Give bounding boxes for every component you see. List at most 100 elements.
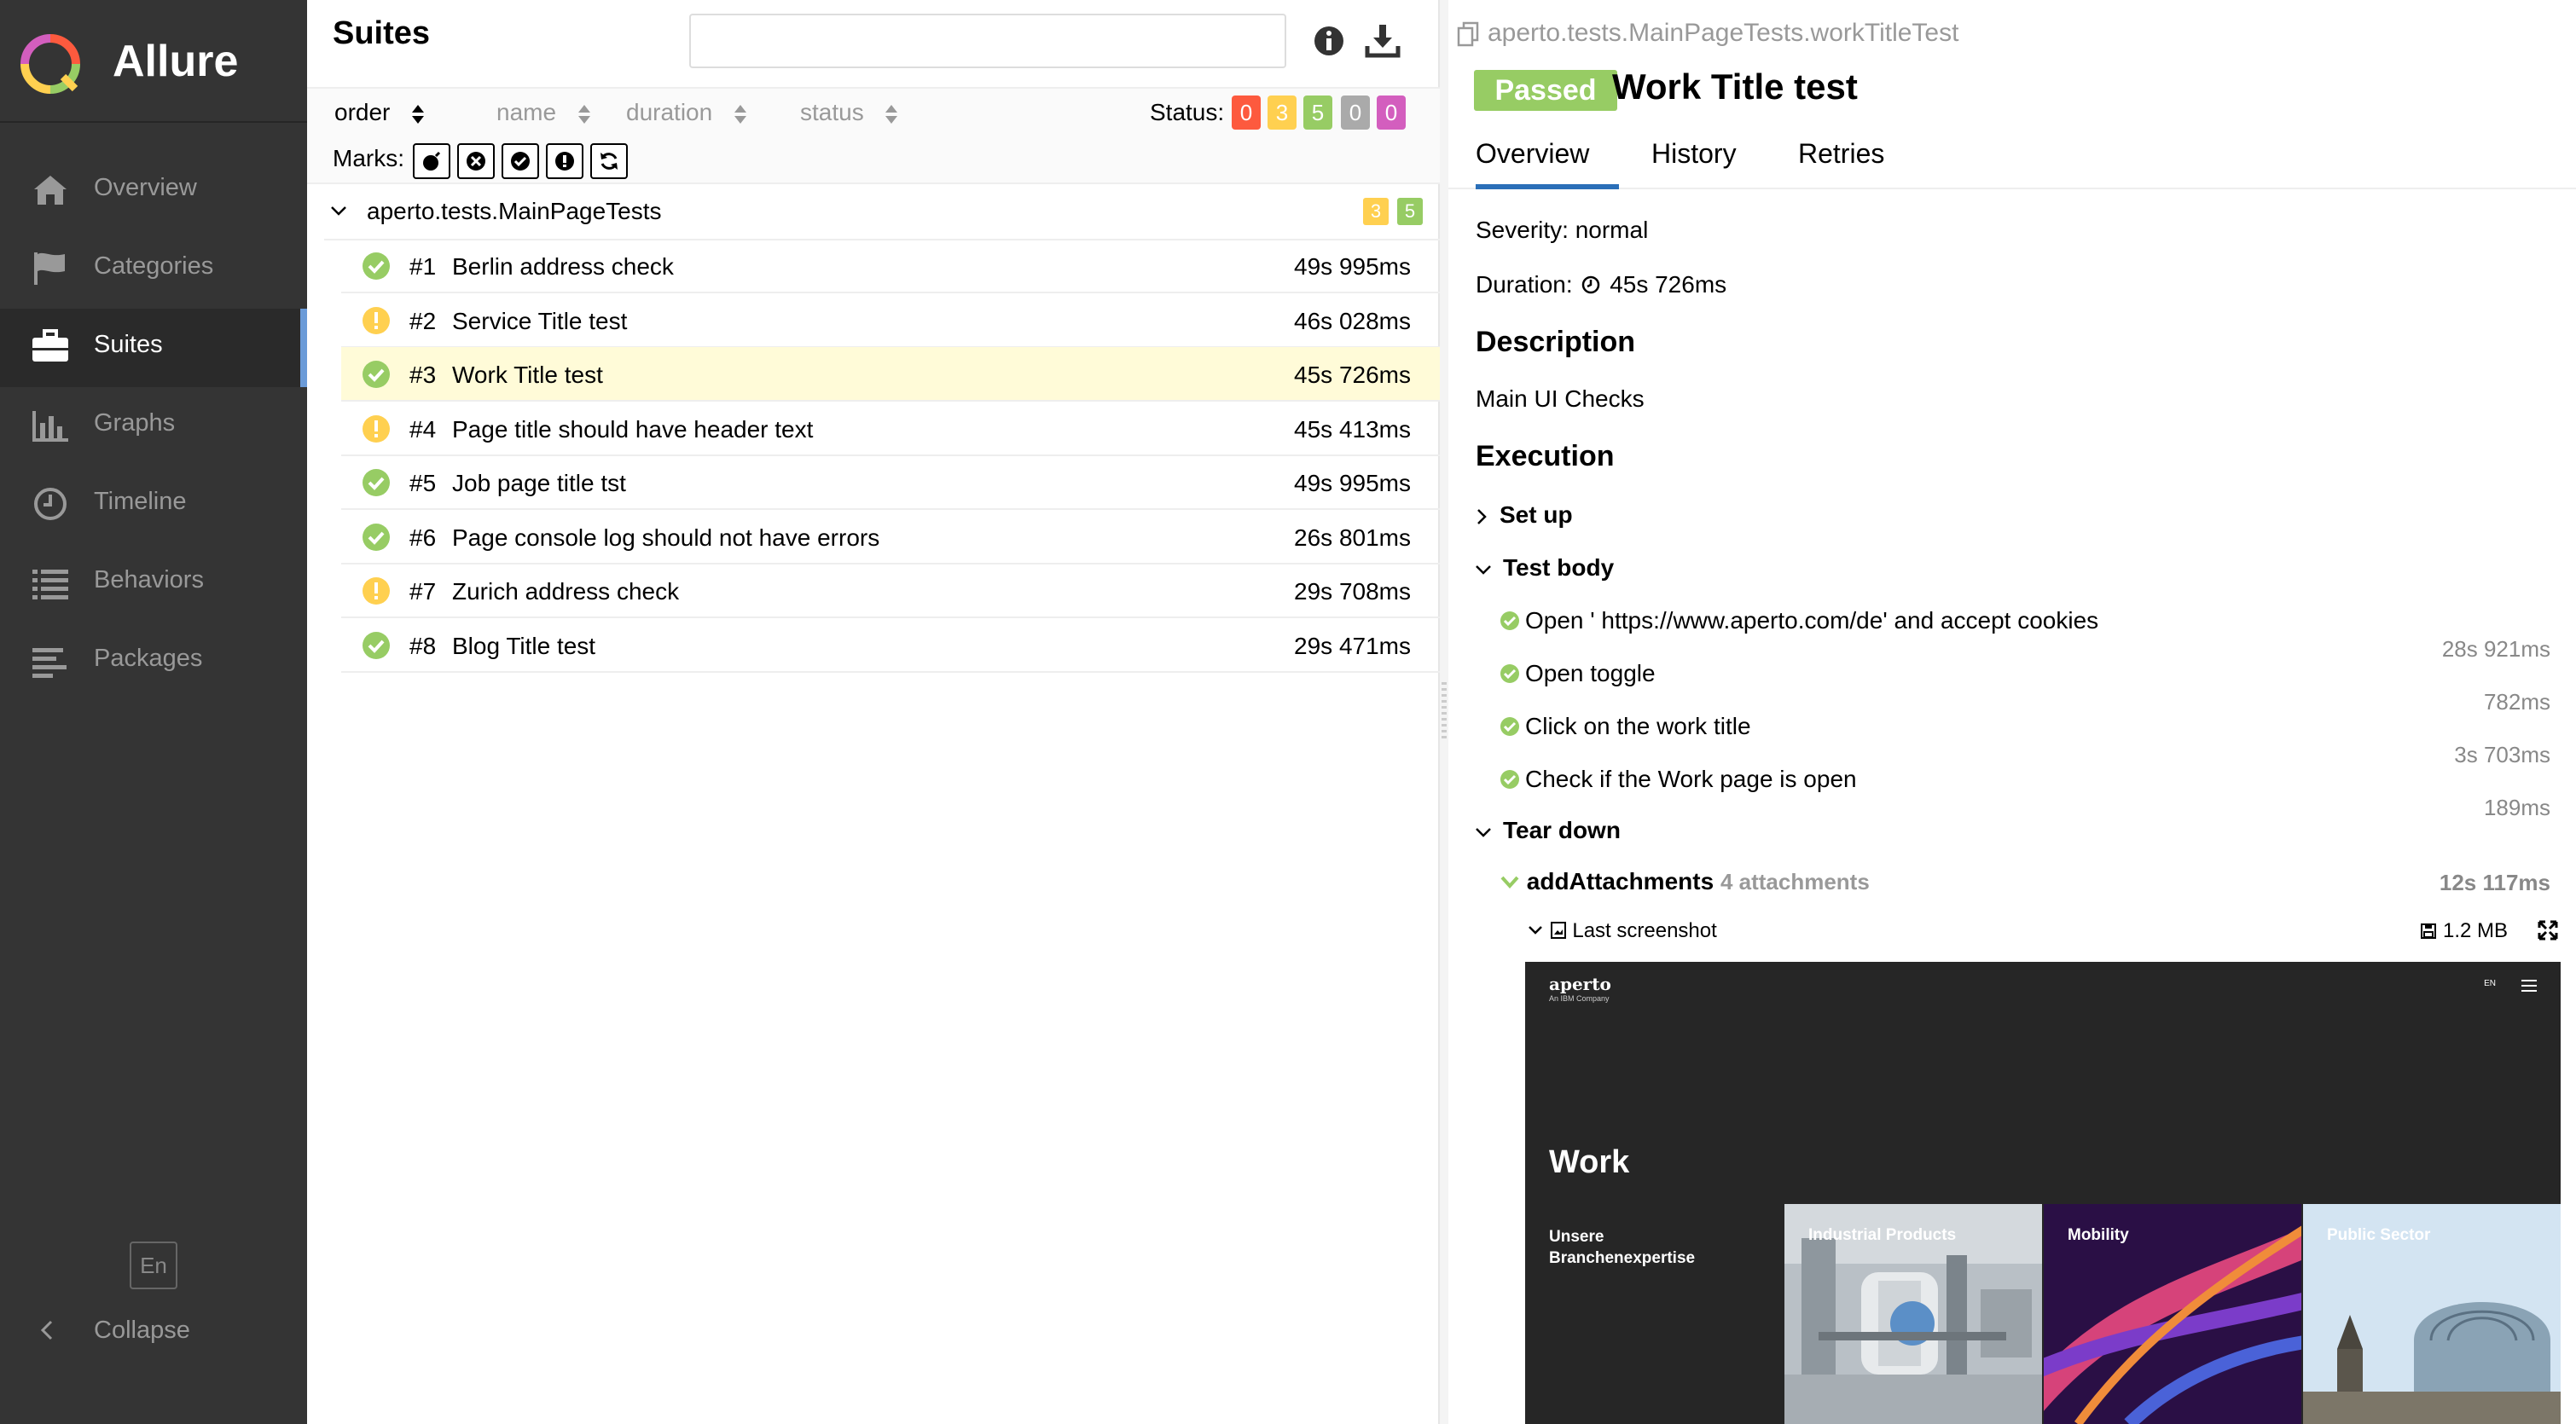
teardown-section[interactable]: Tear down xyxy=(1474,817,1621,844)
broken-status-icon xyxy=(362,306,391,335)
tab-overview[interactable]: Overview xyxy=(1476,138,1619,189)
test-name: Berlin address check xyxy=(452,253,674,280)
attachments-count: 4 attachments xyxy=(1720,869,1870,894)
expand-icon[interactable] xyxy=(2537,919,2559,941)
passed-status-icon xyxy=(362,631,391,660)
brand-name: Allure xyxy=(113,37,239,86)
test-body-section[interactable]: Test body xyxy=(1474,554,1614,582)
test-full-name[interactable]: aperto.tests.MainPageTests.workTitleTest xyxy=(1457,19,1958,48)
check-circle-icon xyxy=(511,152,530,171)
test-number: #7 xyxy=(409,578,437,605)
test-row[interactable]: #7 Zurich address check 29s 708ms xyxy=(341,564,1440,618)
sort-icon xyxy=(412,104,425,124)
nav-item-graphs[interactable]: Graphs xyxy=(0,387,307,466)
test-title: Work Title test xyxy=(1612,67,1858,107)
step-row[interactable]: Open toggle xyxy=(1500,660,1656,687)
status-skipped-toggle[interactable]: 0 xyxy=(1341,96,1370,130)
test-row[interactable]: #1 Berlin address check 49s 995ms xyxy=(341,239,1440,293)
site-logo-sub: An IBM Company xyxy=(1549,994,1610,1003)
suite-group-row[interactable]: aperto.tests.MainPageTests 3 5 xyxy=(324,189,1440,240)
step-name: Open ' https://www.aperto.com/de' and ac… xyxy=(1525,607,2099,634)
tab-history[interactable]: History xyxy=(1651,138,1737,189)
clock-icon xyxy=(34,488,67,520)
nav-item-overview[interactable]: Overview xyxy=(0,152,307,230)
download-icon[interactable] xyxy=(1365,22,1401,58)
collapse-label: Collapse xyxy=(94,1317,190,1344)
sort-name[interactable]: name xyxy=(496,99,592,126)
industry-card: Industrial Products xyxy=(1784,1204,2042,1424)
sort-duration[interactable]: duration xyxy=(626,99,748,126)
test-row[interactable]: #6 Page console log should not have error… xyxy=(341,510,1440,564)
chevron-left-icon xyxy=(40,1320,53,1340)
test-row[interactable]: #4 Page title should have header text 45s … xyxy=(341,402,1440,456)
passed-status-icon xyxy=(362,360,391,389)
card-title: Public Sector xyxy=(2327,1226,2431,1244)
description-heading: Description xyxy=(1476,326,1636,358)
suites-header: Suites xyxy=(307,0,1440,89)
status-failed-toggle[interactable]: 0 xyxy=(1232,96,1261,130)
group-passed-count: 5 xyxy=(1397,198,1423,225)
mark-new-broken-button[interactable] xyxy=(546,143,583,179)
brand[interactable]: Allure xyxy=(0,0,307,123)
test-row[interactable]: #2 Service Title test 46s 028ms xyxy=(341,293,1440,348)
attachments-step-name: addAttachments xyxy=(1526,868,1714,894)
test-number: #5 xyxy=(409,470,437,496)
step-row[interactable]: Open ' https://www.aperto.com/de' and ac… xyxy=(1500,607,2098,634)
test-number: #3 xyxy=(409,362,437,388)
step-row[interactable]: Check if the Work page is open xyxy=(1500,766,1857,793)
sort-order[interactable]: order xyxy=(334,99,426,126)
language-button[interactable]: En xyxy=(130,1242,177,1289)
sort-label: duration xyxy=(626,99,713,125)
setup-section[interactable]: Set up xyxy=(1474,501,1573,529)
chevron-down-icon xyxy=(1500,876,1519,889)
collapse-button[interactable]: Collapse xyxy=(0,1291,307,1369)
sort-icon xyxy=(885,104,898,124)
mark-retries-button[interactable] xyxy=(590,143,628,179)
nav-item-packages[interactable]: Packages xyxy=(0,622,307,701)
pane-splitter[interactable] xyxy=(1440,0,1448,1424)
duration-value: 45s 726ms xyxy=(1610,271,1727,298)
card-title: Mobility xyxy=(2068,1226,2129,1244)
test-row[interactable]: #8 Blog Title test 29s 471ms xyxy=(341,618,1440,673)
test-duration: 49s 995ms xyxy=(1294,253,1411,280)
nav-item-categories[interactable]: Categories xyxy=(0,230,307,309)
bomb-icon xyxy=(423,151,441,171)
nav-item-timeline[interactable]: Timeline xyxy=(0,466,307,544)
duration-label: Duration: xyxy=(1476,271,1573,298)
mark-new-failed-button[interactable] xyxy=(457,143,495,179)
attachment-name: Last screenshot xyxy=(1572,919,1717,942)
nav-item-suites[interactable]: Suites xyxy=(0,309,307,387)
nav-label: Packages xyxy=(94,645,203,672)
test-full-name-text: aperto.tests.MainPageTests.workTitleTest xyxy=(1488,19,1959,47)
page-title: Suites xyxy=(333,15,431,51)
tab-retries[interactable]: Retries xyxy=(1798,138,1884,189)
status-broken-toggle[interactable]: 3 xyxy=(1268,96,1297,130)
test-duration: 29s 471ms xyxy=(1294,632,1411,659)
teardown-label: Tear down xyxy=(1503,817,1621,843)
save-icon xyxy=(2421,923,2437,939)
attachments-step[interactable]: addAttachments 4 attachments xyxy=(1500,868,1870,895)
site-heading: Work xyxy=(1549,1144,1630,1180)
info-icon[interactable] xyxy=(1312,24,1346,58)
step-row[interactable]: Click on the work title xyxy=(1500,713,1751,740)
status-unknown-toggle[interactable]: 0 xyxy=(1377,96,1406,130)
sort-label: order xyxy=(334,99,391,125)
test-row[interactable]: #3 Work Title test 45s 726ms xyxy=(341,347,1440,402)
test-number: #8 xyxy=(409,632,437,659)
search-input[interactable] xyxy=(689,14,1286,68)
copy-icon[interactable] xyxy=(1457,21,1481,47)
nav-item-behaviors[interactable]: Behaviors xyxy=(0,544,307,622)
step-duration: 28s 921ms xyxy=(2441,636,2550,662)
sort-status[interactable]: status xyxy=(800,99,899,126)
status-passed-toggle[interactable]: 5 xyxy=(1303,96,1332,130)
passed-status-icon xyxy=(362,252,391,281)
nav-label: Graphs xyxy=(94,409,176,437)
mark-flaky-button[interactable] xyxy=(413,143,450,179)
splitter-grip[interactable] xyxy=(1442,682,1447,742)
mark-new-passed-button[interactable] xyxy=(502,143,539,179)
duration: Duration: 45s 726ms xyxy=(1476,271,1726,298)
chevron-down-icon xyxy=(331,206,346,216)
attachment-size[interactable]: 1.2 MB xyxy=(2420,919,2508,943)
test-row[interactable]: #5 Job page title tst 49s 995ms xyxy=(341,455,1440,510)
attachment-row[interactable]: Last screenshot xyxy=(1529,919,1717,943)
